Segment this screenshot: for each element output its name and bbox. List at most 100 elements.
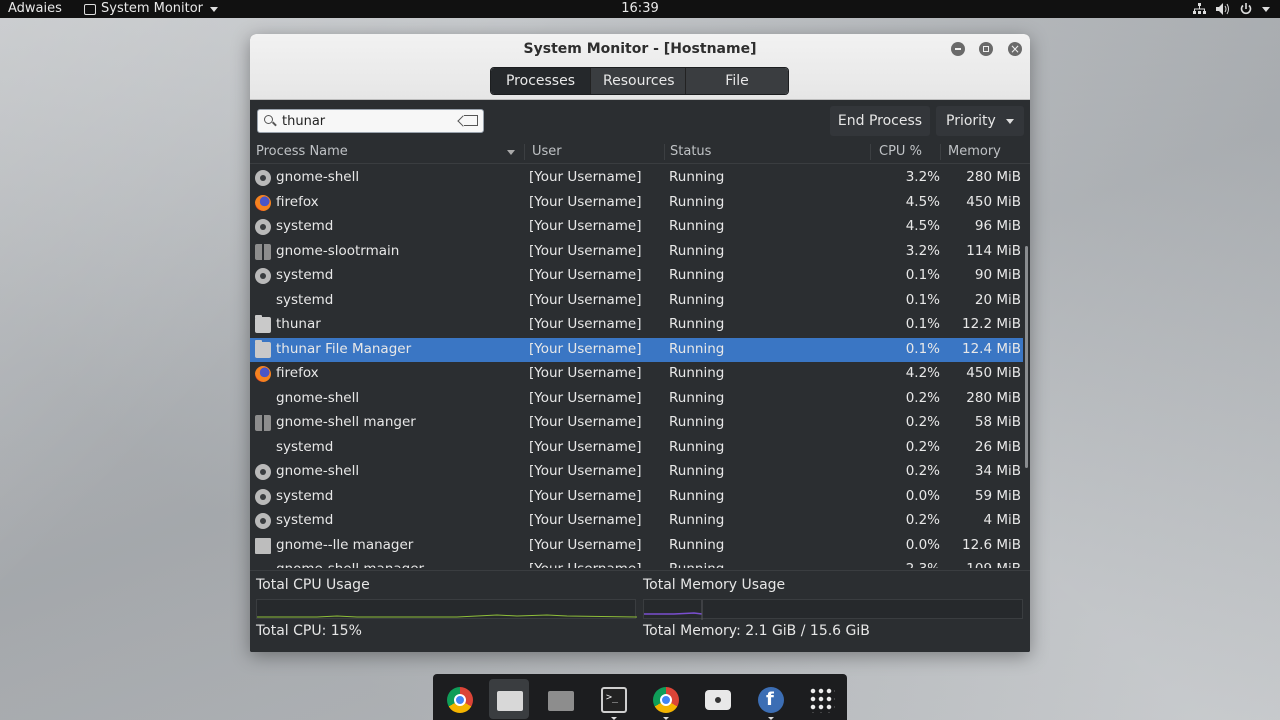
close-button[interactable] — [1008, 42, 1022, 56]
table-row[interactable]: gnome-‐lle manager [Your Username] Running… — [250, 534, 1023, 559]
table-row[interactable]: thunar File Manager [Your Username] Runnin… — [250, 337, 1023, 362]
process-name-cell: gnome-slootrmain — [276, 242, 400, 259]
user-cell: [Your Username] — [529, 291, 642, 308]
cpu-cell: 0.0% — [905, 487, 940, 504]
dock-item-files[interactable] — [489, 679, 529, 719]
folder-icon — [255, 315, 271, 333]
memory-usage-line — [644, 612, 703, 615]
dock-item-fedora[interactable] — [750, 679, 790, 720]
system-tray[interactable] — [1193, 0, 1270, 18]
process-name-cell: gnome-shell — [276, 389, 360, 406]
tab-resources[interactable]: Resources — [591, 68, 686, 94]
table-row[interactable]: gnome-shell [Your Username] Running 0.2% 280… — [250, 387, 1023, 412]
cpu-cell: 4.2% — [905, 365, 940, 381]
dock-item-chrome[interactable] — [645, 679, 685, 720]
cpu-cell: 4.5% — [905, 193, 940, 210]
process-list[interactable]: gnome-shell [Your Username] Running 3.2% 280… — [250, 166, 1023, 568]
column-header-label: Process Name — [256, 144, 348, 159]
column-header-user[interactable]: User — [532, 144, 562, 159]
process-name-cell: gnome-‐lle manager — [276, 536, 414, 553]
process-name-cell: gnome-shell — [276, 463, 360, 479]
table-row[interactable]: systemd [Your Username] Running 0.1% 90 MiB — [250, 264, 1023, 289]
column-header-cpu[interactable]: CPU % — [879, 144, 922, 159]
status-cell: Running — [669, 536, 725, 553]
end-process-button[interactable]: End Process — [830, 106, 930, 136]
table-row[interactable]: firefox [Your Username] Running 4.2% 450 MiB — [250, 362, 1023, 387]
status-cell: Running — [669, 193, 725, 210]
table-row[interactable]: systemd [Your Username] Running 0.0% 59 MiB — [250, 485, 1023, 510]
search-box — [257, 109, 484, 133]
cpu-cell: 0.1% — [905, 316, 940, 332]
dock-item-chrome[interactable] — [439, 679, 479, 719]
chevron-down-icon — [1006, 119, 1014, 124]
search-input[interactable] — [282, 112, 462, 130]
table-row[interactable]: thunar [Your Username] Running 0.1% 12.2 MiB — [250, 313, 1023, 338]
cpu-cell: 0.2% — [905, 512, 940, 528]
memory-cell: 96 MiB — [974, 218, 1021, 234]
user-cell: [Your Username] — [529, 389, 642, 406]
usage-footer: Total CPU Usage Total Memory Usage Total… — [250, 570, 1030, 652]
memory-cell: 450 MiB — [966, 365, 1021, 381]
tab-file-systems[interactable]: File Systems — [686, 68, 788, 94]
chrome-icon — [447, 687, 473, 713]
memory-cell: 34 MiB — [974, 463, 1021, 479]
activities-button[interactable]: Adwaies — [8, 0, 62, 18]
table-row[interactable]: systemd [Your Username] Running 4.5% 96 MiB — [250, 215, 1023, 240]
dock-item-file-manager[interactable] — [540, 679, 580, 719]
folder-icon — [255, 339, 271, 358]
clear-search-icon[interactable] — [464, 115, 478, 126]
table-row[interactable]: gnome-shell manager [Your Username] Runnin… — [250, 558, 1023, 568]
status-cell: Running — [669, 267, 725, 283]
scrollbar[interactable] — [1025, 246, 1028, 468]
user-cell: [Your Username] — [529, 242, 642, 259]
memory-cell: 109 MiB — [950, 561, 1021, 568]
memory-cell: 450 MiB — [966, 193, 1021, 210]
maximize-button[interactable] — [979, 42, 993, 56]
dock-item-app-grid[interactable] — [801, 679, 841, 719]
table-row[interactable]: systemd [Your Username] Running 0.2% 26 MiB — [250, 436, 1023, 461]
cpu-cell: 0.1% — [905, 340, 940, 357]
table-row[interactable]: gnome-shell manger [Your Username] Running… — [250, 411, 1023, 436]
status-cell: Running — [669, 218, 725, 234]
clock[interactable]: 16:39 — [621, 1, 658, 16]
table-row[interactable]: firefox [Your Username] Running 4.5% 450 MiB — [250, 191, 1023, 216]
process-name-cell: gnome-shell manager — [276, 561, 424, 568]
tab-processes[interactable]: Processes — [491, 68, 591, 94]
power-icon[interactable] — [1240, 3, 1252, 15]
status-cell: Running — [669, 365, 725, 381]
minimize-button[interactable] — [951, 42, 965, 56]
column-header-process-name[interactable]: Process Name — [256, 144, 515, 159]
table-row[interactable]: gnome-slootrmain [Your Username] Running 3.… — [250, 240, 1023, 265]
process-name-cell: firefox — [276, 365, 319, 381]
table-row[interactable]: systemd [Your Username] Running 0.1% 20 MiB — [250, 289, 1023, 314]
header-bar: System Monitor - [Hostname] Processes Re… — [250, 34, 1030, 100]
app-menu-label: System Monitor — [101, 1, 204, 16]
total-memory-label: Total Memory: 2.1 GiB / 15.6 GiB — [643, 623, 870, 639]
column-divider[interactable] — [524, 144, 525, 160]
gear-icon — [255, 464, 271, 480]
cpu-cell: 3.2% — [905, 169, 940, 185]
column-divider[interactable] — [664, 144, 665, 160]
cpu-cell: 0.2% — [905, 438, 940, 455]
priority-button[interactable]: Priority — [936, 106, 1024, 136]
memory-cell: 12.2 MiB — [961, 316, 1021, 332]
table-row[interactable]: gnome-shell [Your Username] Running 3.2% 280… — [250, 166, 1023, 191]
dock-item-terminal[interactable] — [593, 679, 633, 720]
cpu-cell: 0.1% — [905, 291, 940, 308]
grid-icon — [255, 415, 271, 431]
dock-item-camera[interactable] — [697, 679, 737, 719]
app-menu[interactable]: System Monitor — [84, 0, 219, 18]
volume-icon[interactable] — [1216, 3, 1230, 15]
column-divider[interactable] — [940, 144, 941, 160]
view-switcher: Processes Resources File Systems — [490, 67, 789, 95]
column-divider[interactable] — [870, 144, 871, 160]
cpu-usage-graph — [256, 599, 637, 619]
chevron-down-icon[interactable] — [1262, 6, 1270, 12]
status-cell: Running — [669, 316, 725, 332]
status-cell: Running — [669, 463, 725, 479]
table-row[interactable]: gnome-shell [Your Username] Running 0.2% 34 … — [250, 460, 1023, 485]
column-header-status[interactable]: Status — [670, 144, 711, 159]
column-header-memory[interactable]: Memory — [948, 144, 1001, 159]
network-icon[interactable] — [1193, 3, 1206, 15]
table-row[interactable]: systemd [Your Username] Running 0.2% 4 MiB — [250, 509, 1023, 534]
